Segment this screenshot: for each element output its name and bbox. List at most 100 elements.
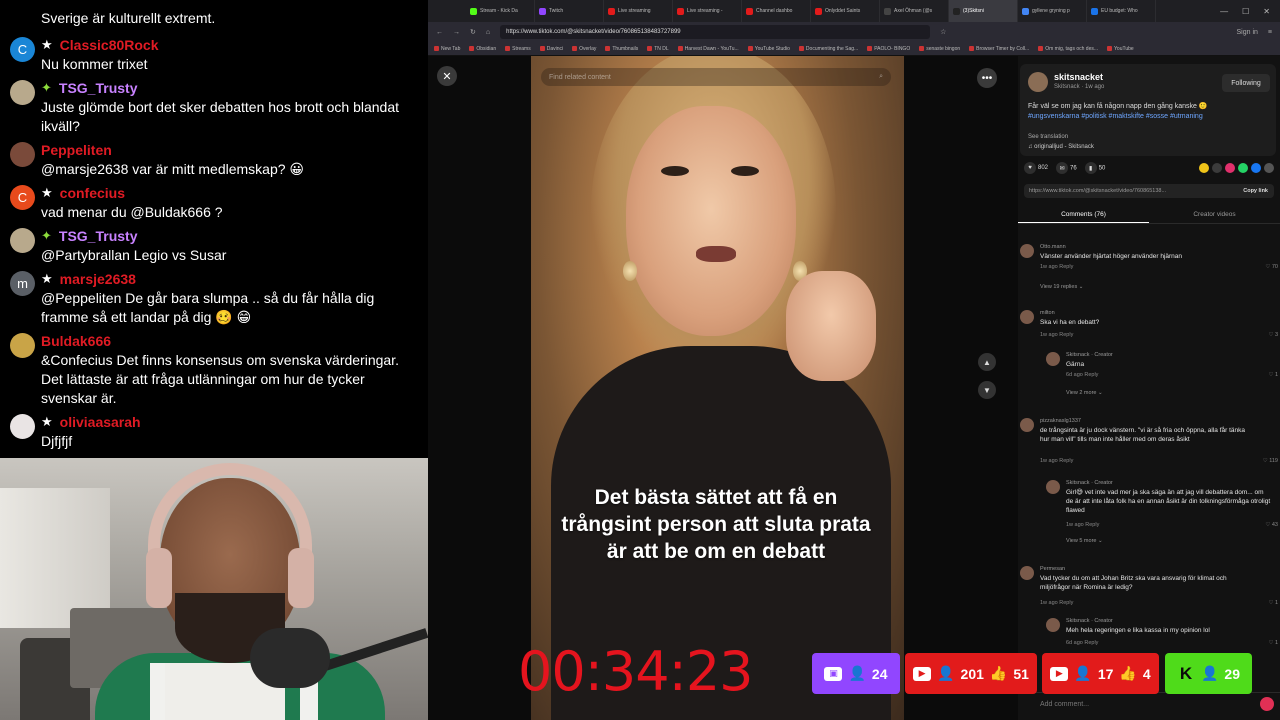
- browser-tab[interactable]: Live streaming: [604, 0, 673, 22]
- video-frame[interactable]: Find related content ⌕ Det bästa sättet …: [531, 56, 904, 720]
- browser-tab[interactable]: (3)Skitsni: [949, 0, 1018, 22]
- close-icon[interactable]: ✕: [1263, 7, 1270, 16]
- commenter-name[interactable]: Permesan: [1040, 566, 1065, 572]
- author-avatar[interactable]: [1028, 72, 1048, 92]
- commenter-name[interactable]: Otto.mann: [1040, 244, 1066, 250]
- tab-comments[interactable]: Comments (76): [1018, 206, 1149, 223]
- next-video-button[interactable]: ▼: [978, 381, 996, 399]
- commenter-avatar[interactable]: [1020, 310, 1034, 324]
- share-send-icon[interactable]: [1225, 163, 1235, 173]
- chat-username[interactable]: Buldak666: [41, 333, 111, 349]
- bookmark-item[interactable]: Thumbnails: [605, 46, 638, 52]
- commenter-avatar[interactable]: [1020, 418, 1034, 432]
- browser-tab[interactable]: Onlyddet Saints: [811, 0, 880, 22]
- view-replies-link[interactable]: View 5 more ⌄: [1066, 538, 1103, 544]
- commenter-avatar[interactable]: [1020, 244, 1034, 258]
- chat-username[interactable]: marsje2638: [60, 271, 136, 287]
- comment-meta-reply[interactable]: 1w ago Reply: [1040, 264, 1073, 270]
- commenter-name[interactable]: Skitsnack · Creator: [1066, 352, 1113, 358]
- chat-username[interactable]: Peppeliten: [41, 142, 112, 158]
- browser-tab[interactable]: gyllene gryning p: [1018, 0, 1087, 22]
- reload-icon[interactable]: ↻: [470, 28, 476, 36]
- bookmark-star-icon[interactable]: ☆: [940, 28, 946, 36]
- view-replies-link[interactable]: View 2 more ⌄: [1066, 390, 1103, 396]
- comment-like-button[interactable]: ♡ 1: [1268, 600, 1278, 606]
- bookmark-item[interactable]: TN DL: [647, 46, 669, 52]
- home-icon[interactable]: ⌂: [486, 29, 490, 36]
- author-name[interactable]: skitsnacket: [1054, 72, 1103, 82]
- commenter-avatar[interactable]: [1046, 480, 1060, 494]
- sign-in-link[interactable]: Sign in: [1237, 29, 1258, 36]
- related-search-input[interactable]: Find related content ⌕: [541, 68, 891, 86]
- address-bar[interactable]: https://www.tiktok.com/@skitsnacket/vide…: [500, 25, 931, 39]
- commenter-avatar[interactable]: [1046, 618, 1060, 632]
- comment-like-button[interactable]: ♡ 70: [1265, 264, 1278, 270]
- chat-avatar[interactable]: [10, 414, 35, 439]
- following-button[interactable]: Following: [1222, 74, 1270, 92]
- chat-avatar[interactable]: [10, 333, 35, 358]
- close-video-button[interactable]: ✕: [437, 66, 457, 86]
- comment-like-button[interactable]: ♡ 1: [1268, 372, 1278, 378]
- bookmark-item[interactable]: YouTube: [1107, 46, 1134, 52]
- bookmark-item[interactable]: Overlay: [572, 46, 596, 52]
- commenter-avatar[interactable]: [1020, 566, 1034, 580]
- bookmark-item[interactable]: Streams: [505, 46, 531, 52]
- tab-creator-videos[interactable]: Creator videos: [1149, 206, 1280, 223]
- commenter-name[interactable]: milton: [1040, 310, 1055, 316]
- view-replies-link[interactable]: View 19 replies ⌄: [1040, 284, 1083, 290]
- bookmark-item[interactable]: Davinci: [539, 46, 563, 52]
- bookmark-item[interactable]: Harvest Dawn - YouTu...: [677, 46, 739, 52]
- commenter-avatar[interactable]: [1046, 352, 1060, 366]
- facebook-icon[interactable]: [1251, 163, 1261, 173]
- whatsapp-icon[interactable]: [1238, 163, 1248, 173]
- chat-username[interactable]: confecius: [60, 185, 125, 201]
- forward-icon[interactable]: →: [453, 29, 460, 36]
- comment-meta-reply[interactable]: 1w ago Reply: [1040, 600, 1073, 606]
- browser-tab[interactable]: Live streaming -: [673, 0, 742, 22]
- bookmark-item[interactable]: Documenting the Sag...: [798, 46, 858, 52]
- maximize-icon[interactable]: ☐: [1242, 7, 1249, 16]
- share-embed-icon[interactable]: [1199, 163, 1209, 173]
- comment-meta-reply[interactable]: 1w ago Reply: [1040, 458, 1073, 464]
- more-options-button[interactable]: •••: [977, 68, 997, 88]
- chat-avatar[interactable]: C: [10, 185, 35, 210]
- chat-avatar[interactable]: C: [10, 37, 35, 62]
- comment-meta-reply[interactable]: 1w ago Reply: [1066, 522, 1099, 528]
- comment-like-button[interactable]: ♡ 119: [1263, 458, 1278, 464]
- browser-tab[interactable]: EU budget: Who: [1087, 0, 1156, 22]
- chat-username[interactable]: Classic80Rock: [60, 37, 159, 53]
- post-comment-button[interactable]: [1260, 697, 1274, 711]
- bookmark-item[interactable]: Om mig, tags och des...: [1038, 46, 1098, 52]
- like-button[interactable]: ♥ 802: [1024, 162, 1048, 174]
- comment-like-button[interactable]: ♡ 1: [1268, 640, 1278, 646]
- bookmark-item[interactable]: senaste bingon: [919, 46, 960, 52]
- browser-tab[interactable]: Twitch: [535, 0, 604, 22]
- share-code-icon[interactable]: [1212, 163, 1222, 173]
- bookmark-item[interactable]: New Tab: [434, 46, 460, 52]
- chat-username[interactable]: TSG_Trusty: [59, 80, 138, 96]
- see-translation-link[interactable]: See translation: [1028, 134, 1068, 140]
- chat-avatar[interactable]: m: [10, 271, 35, 296]
- minimize-icon[interactable]: —: [1220, 7, 1228, 16]
- search-icon[interactable]: ⌕: [879, 73, 883, 81]
- chat-avatar[interactable]: [10, 228, 35, 253]
- comment-button[interactable]: ✉ 76: [1056, 162, 1077, 174]
- hashtags[interactable]: #ungsvenskarna #politisk #maktskifte #so…: [1028, 113, 1203, 120]
- menu-icon[interactable]: ≡: [1268, 29, 1272, 36]
- browser-tab[interactable]: Axel Öhman (@s: [880, 0, 949, 22]
- bookmark-item[interactable]: PAOLO- BINGO: [867, 46, 910, 52]
- chat-username[interactable]: oliviaasarah: [60, 414, 141, 430]
- bookmark-item[interactable]: YouTube Studio: [747, 46, 790, 52]
- back-icon[interactable]: ←: [436, 29, 443, 36]
- commenter-name[interactable]: Skitsnack · Creator: [1066, 480, 1113, 486]
- chat-avatar[interactable]: [10, 80, 35, 105]
- comment-like-button[interactable]: ♡ 3: [1268, 332, 1278, 338]
- comment-meta-reply[interactable]: 6d ago Reply: [1066, 640, 1098, 646]
- commenter-name[interactable]: pizzaknaslg1337: [1040, 418, 1081, 424]
- comment-like-button[interactable]: ♡ 43: [1265, 522, 1278, 528]
- share-more-icon[interactable]: [1264, 163, 1274, 173]
- bookmark-item[interactable]: Browser Timer by Coll...: [969, 46, 1029, 52]
- comment-meta-reply[interactable]: 6d ago Reply: [1066, 372, 1098, 378]
- browser-tab[interactable]: Channel dashbo: [742, 0, 811, 22]
- previous-video-button[interactable]: ▲: [978, 353, 996, 371]
